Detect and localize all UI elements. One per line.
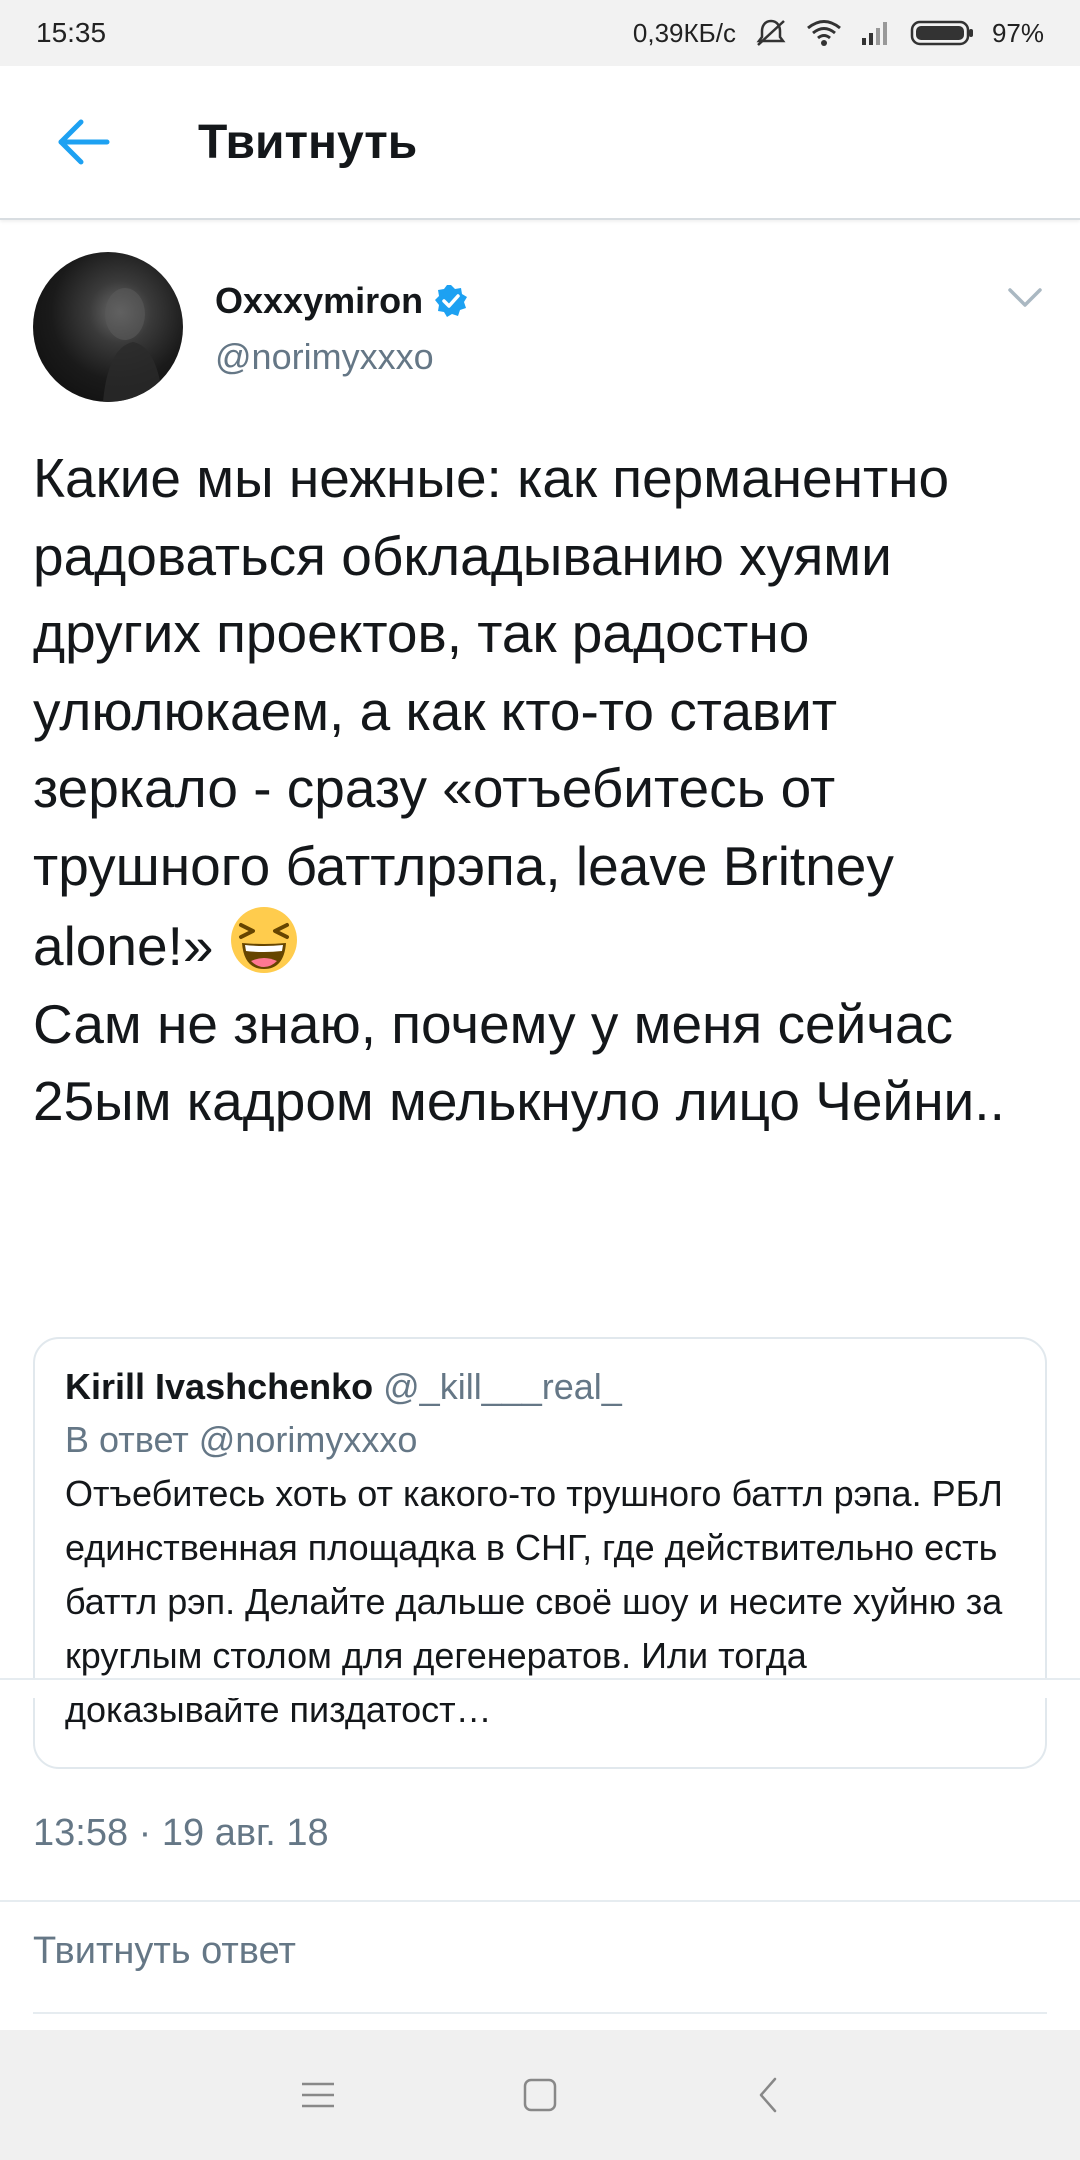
- arrow-left-icon: [58, 119, 110, 165]
- wifi-icon: [806, 19, 842, 47]
- status-indicators: 0,39КБ/с 97%: [633, 18, 1044, 49]
- back-button[interactable]: [40, 99, 126, 185]
- verified-badge-icon: [435, 285, 468, 317]
- tweet-options-button[interactable]: [1000, 278, 1050, 318]
- tweet-text: Какие мы нежные: как перманентно радоват…: [33, 440, 1043, 1141]
- quoted-tweet[interactable]: Kirill Ivashchenko @_kill___real_ В отве…: [33, 1337, 1047, 1769]
- net-speed: 0,39КБ/с: [632, 17, 736, 48]
- divider: [0, 1678, 1080, 1698]
- status-bar: 15:35 0,39КБ/с 97%: [0, 0, 1080, 66]
- battery-percent: 97%: [991, 17, 1044, 48]
- tweet-text-paragraph-2: Сам не знаю, почему у меня сейчас 25ым к…: [33, 992, 1005, 1133]
- chevron-left-icon: [759, 2077, 777, 2113]
- nav-menu-button[interactable]: [258, 2030, 378, 2160]
- quoted-reply-to: В ответ @norimyxxxo: [65, 1419, 418, 1460]
- nav-back-button[interactable]: [708, 2030, 828, 2160]
- divider: [0, 1900, 1080, 1902]
- tweet-detail: Oxxxymiron @norimyxxxo Какие мы нежные: …: [0, 222, 1080, 1854]
- divider: [33, 2012, 1047, 2014]
- battery-icon: [910, 19, 974, 47]
- author-handle[interactable]: @norimyxxxo: [215, 336, 434, 378]
- laughing-face-emoji: [229, 905, 299, 975]
- tweet-author-row: Oxxxymiron @norimyxxxo: [0, 222, 1080, 422]
- author-name[interactable]: Oxxxymiron: [215, 280, 469, 322]
- tweet-timestamp: 13:58 · 19 авг. 18: [33, 1812, 329, 1854]
- chevron-down-icon: [1008, 288, 1042, 307]
- app-bar: Твитнуть: [0, 66, 1080, 220]
- page-title: Твитнуть: [198, 115, 418, 169]
- signal-icon: [860, 20, 892, 46]
- mute-icon: [754, 18, 788, 48]
- status-time: 15:35: [36, 17, 107, 48]
- menu-icon: [302, 2082, 334, 2108]
- quoted-author-name: Kirill Ivashchenko: [65, 1366, 374, 1407]
- author-name-text: Oxxxymiron: [215, 280, 424, 321]
- quoted-tweet-header: Kirill Ivashchenko @_kill___real_: [65, 1361, 1015, 1413]
- avatar[interactable]: [33, 252, 183, 402]
- square-icon: [523, 2078, 557, 2112]
- reply-input[interactable]: Твитнуть ответ: [33, 1930, 296, 1973]
- nav-home-button[interactable]: [480, 2030, 600, 2160]
- quoted-author-handle: @_kill___real_: [383, 1366, 622, 1407]
- tweet-text-paragraph-1: Какие мы нежные: как перманентно радоват…: [33, 447, 950, 977]
